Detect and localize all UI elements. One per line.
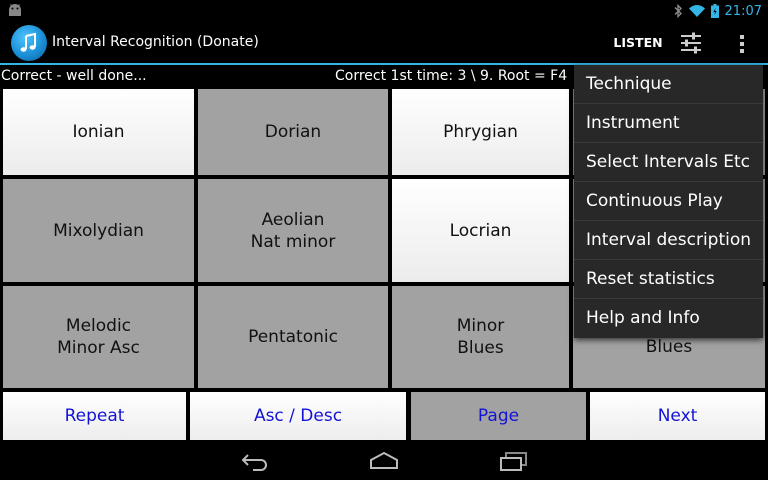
scale-button-melodic-minor-asc[interactable]: Melodic Minor Asc bbox=[3, 286, 194, 388]
listen-button[interactable]: LISTEN bbox=[608, 32, 668, 54]
sliders-icon bbox=[681, 32, 701, 54]
menu-item-select-intervals[interactable]: Select Intervals Etc bbox=[574, 143, 763, 182]
scale-button-dorian[interactable]: Dorian bbox=[198, 89, 388, 175]
wifi-icon bbox=[688, 4, 705, 17]
scale-button-phrygian[interactable]: Phrygian bbox=[392, 89, 569, 175]
sliders-button[interactable] bbox=[672, 26, 710, 60]
overflow-icon bbox=[740, 35, 744, 53]
asc-desc-button[interactable]: Asc / Desc bbox=[190, 392, 406, 440]
menu-item-continuous-play[interactable]: Continuous Play bbox=[574, 182, 763, 221]
bluetooth-icon bbox=[674, 4, 682, 18]
scale-button-mixolydian[interactable]: Mixolydian bbox=[3, 179, 194, 282]
score-summary: Correct 1st time: 3 \ 9. Root = F4 bbox=[335, 68, 568, 84]
menu-item-reset-statistics[interactable]: Reset statistics bbox=[574, 260, 763, 299]
battery-icon bbox=[710, 4, 719, 18]
scale-button-ionian[interactable]: Ionian bbox=[3, 89, 194, 175]
menu-item-help-info[interactable]: Help and Info bbox=[574, 299, 763, 338]
next-button[interactable]: Next bbox=[590, 392, 765, 440]
scale-button-minor-blues[interactable]: Minor Blues bbox=[392, 286, 569, 388]
menu-item-technique[interactable]: Technique bbox=[574, 65, 763, 104]
repeat-button[interactable]: Repeat bbox=[3, 392, 186, 440]
page-button[interactable]: Page bbox=[411, 392, 586, 440]
overflow-menu: Technique Instrument Select Intervals Et… bbox=[574, 65, 763, 338]
scale-button-aeolian[interactable]: Aeolian Nat minor bbox=[198, 179, 388, 282]
scale-button-locrian[interactable]: Locrian bbox=[392, 179, 569, 282]
back-icon[interactable] bbox=[239, 450, 271, 472]
menu-item-interval-description[interactable]: Interval description bbox=[574, 221, 763, 260]
scale-button-pentatonic[interactable]: Pentatonic bbox=[198, 286, 388, 388]
recent-apps-icon[interactable] bbox=[498, 450, 530, 472]
android-icon bbox=[9, 4, 21, 16]
home-icon[interactable] bbox=[368, 450, 400, 472]
status-time: 21:07 bbox=[724, 3, 762, 19]
menu-item-instrument[interactable]: Instrument bbox=[574, 104, 763, 143]
result-message: Correct - well done... bbox=[1, 68, 147, 84]
status-bar: 21:07 bbox=[0, 0, 768, 22]
app-title: Interval Recognition (Donate) bbox=[52, 34, 259, 50]
overflow-menu-button[interactable] bbox=[730, 26, 754, 60]
app-icon[interactable] bbox=[11, 25, 47, 61]
music-note-icon bbox=[20, 32, 36, 52]
